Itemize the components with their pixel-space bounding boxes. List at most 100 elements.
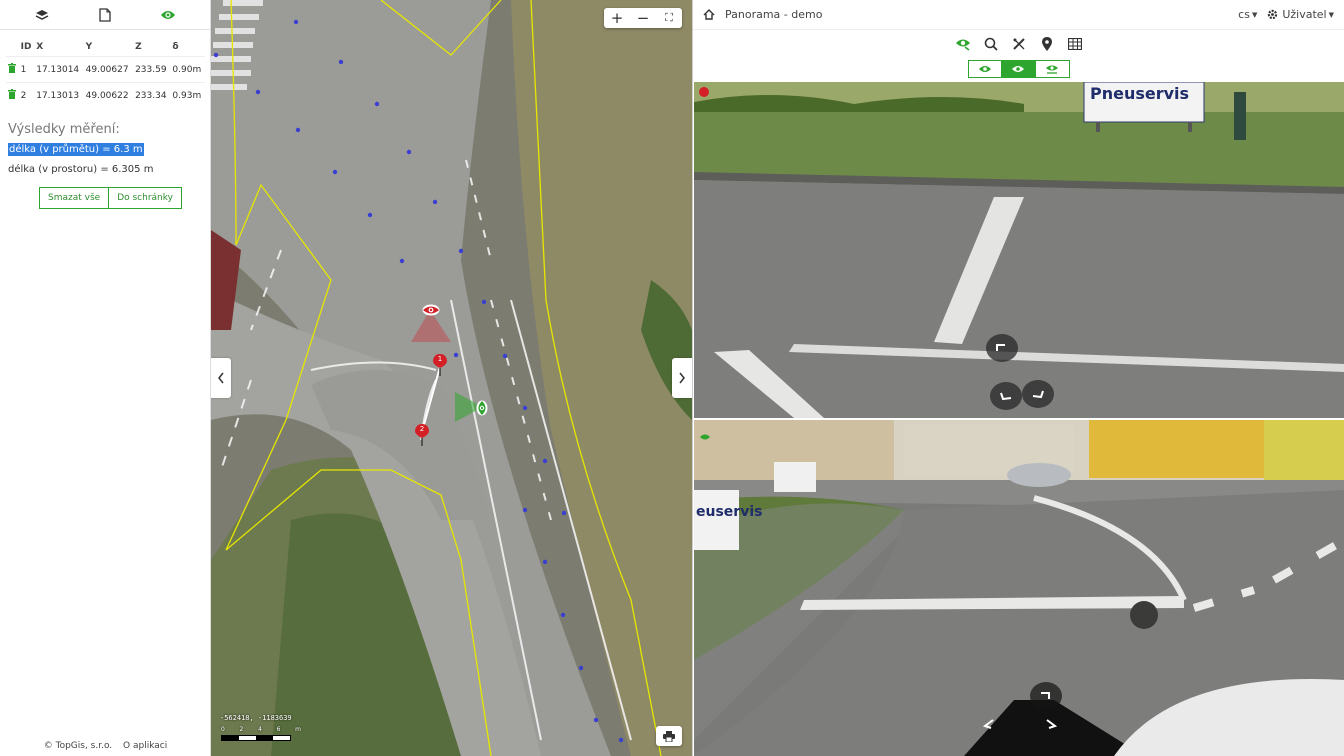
panorama-panel: Panorama - demo cs ▼ Uživatel ▼ Pneuserv… [692, 0, 1344, 756]
point-marker-label: 1 [437, 355, 443, 363]
col-id: ID [20, 42, 32, 52]
map-imagery [211, 0, 692, 756]
row-y: 49.00622 [83, 82, 134, 108]
zoom-in-button[interactable]: + [604, 8, 630, 28]
left-toolbar [0, 0, 210, 30]
scale-label: 2 [239, 726, 244, 733]
mode-other-icon [1046, 65, 1058, 74]
panorama-title: Panorama - demo [725, 8, 823, 21]
gear-icon [1268, 9, 1278, 20]
map-controls: + − ⛶ [604, 8, 682, 28]
panorama-header: Panorama - demo cs ▼ Uživatel ▼ [693, 0, 1344, 30]
col-trash [6, 38, 19, 57]
print-icon [663, 730, 675, 742]
col-delta: δ [172, 42, 179, 52]
scale-label: 0 [221, 726, 225, 733]
row-id: 1 [18, 56, 35, 83]
point-marker-label: 2 [419, 425, 425, 433]
collapse-left-button[interactable] [211, 358, 231, 398]
street-image-bottom [694, 420, 1344, 756]
chevron-left-down-icon [1000, 392, 1012, 401]
mode-single-button[interactable] [967, 60, 1002, 78]
panorama-view-top[interactable]: Pneuservis [694, 82, 1344, 418]
point-marker-2[interactable]: 2 [415, 424, 429, 446]
document-icon[interactable] [90, 3, 120, 27]
measure-icon[interactable] [1010, 35, 1028, 53]
mode-split-button[interactable] [1001, 60, 1036, 78]
scale-label: 4 [258, 726, 262, 733]
view-marker-eye-red[interactable] [422, 301, 440, 316]
result-buttons: Smazat vše Do schránky [39, 187, 210, 209]
nav-forward-button-bottom[interactable] [1030, 682, 1062, 710]
measurement-panel: ID X Y Z δ 1 17.13014 49.00627 233.59 0.… [0, 0, 211, 756]
trash-icon[interactable] [8, 89, 16, 99]
caret-down-icon: ▼ [1328, 10, 1334, 19]
eye-tool-icon[interactable] [954, 35, 972, 53]
view-marker-eye-green[interactable] [476, 400, 488, 416]
copyright: © TopGis, s.r.o. [43, 741, 113, 751]
coordinate-readout: -562418, -1183639 [220, 714, 292, 722]
user-label: Uživatel [1282, 8, 1327, 21]
eye-icon[interactable] [153, 3, 183, 27]
shop-sign-text-bottom: euservis [696, 504, 763, 520]
col-y: Y [85, 42, 93, 52]
footer: © TopGis, s.r.o. O aplikaci [0, 741, 211, 751]
panorama-view-bottom[interactable]: euservis [694, 420, 1344, 756]
row-delta: 0.93m [170, 82, 205, 108]
mode-other-button[interactable] [1035, 60, 1070, 78]
print-button[interactable] [656, 726, 682, 746]
home-icon[interactable] [703, 9, 715, 20]
nav-right-button[interactable] [1022, 380, 1054, 408]
result-space: délka (v prostoru) = 6.305 m [8, 164, 154, 175]
row-x: 17.13013 [34, 82, 84, 108]
chevron-up-icon [996, 344, 1005, 351]
points-table: ID X Y Z δ 1 17.13014 49.00627 233.59 0.… [6, 38, 205, 108]
search-icon[interactable] [982, 35, 1000, 53]
chevron-up-icon [1041, 692, 1050, 699]
result-projection: délka (v průmětu) = 6.3 m [8, 143, 144, 156]
pin-icon[interactable] [1038, 35, 1056, 53]
nav-right-button-bottom[interactable] [1034, 710, 1066, 738]
chevron-right-icon [1046, 719, 1057, 729]
col-x: X [36, 42, 44, 52]
panorama-toolbar [693, 34, 1344, 54]
clear-all-button[interactable]: Smazat vše [39, 187, 110, 209]
shop-sign-text: Pneuservis [1090, 84, 1190, 103]
row-z: 233.34 [133, 82, 171, 108]
table-icon[interactable] [1066, 35, 1084, 53]
row-delta: 0.90m [170, 56, 205, 83]
street-image-top [694, 82, 1344, 418]
chevron-left-icon [983, 719, 994, 729]
scale-label: 6 [276, 726, 281, 733]
table-row: 1 17.13014 49.00627 233.59 0.90m [6, 56, 205, 83]
col-z: Z [135, 42, 142, 52]
scale-bar: 0 2 4 6 m [221, 726, 301, 746]
row-z: 233.59 [133, 56, 171, 83]
point-marker-1[interactable]: 1 [433, 354, 447, 376]
language-value: cs [1238, 8, 1250, 21]
fullscreen-button[interactable]: ⛶ [656, 8, 682, 28]
nav-left-button[interactable] [990, 382, 1022, 410]
nav-forward-button[interactable] [986, 334, 1018, 362]
chevron-right-icon [679, 372, 685, 384]
results-title: Výsledky měření: [8, 122, 120, 137]
scale-label: m [295, 726, 301, 733]
language-dropdown[interactable]: cs ▼ [1238, 8, 1257, 21]
about-link[interactable]: O aplikaci [123, 741, 167, 751]
chevron-right-down-icon [1032, 390, 1044, 399]
nav-left-button-bottom[interactable] [974, 710, 1006, 738]
copy-clipboard-button[interactable]: Do schránky [109, 187, 182, 209]
user-dropdown[interactable]: Uživatel ▼ [1267, 8, 1334, 21]
aerial-map[interactable]: 1 2 + − ⛶ -562418, -1183639 0 2 4 6 m [211, 0, 692, 756]
trash-icon[interactable] [8, 63, 16, 73]
collapse-right-button[interactable] [672, 358, 692, 398]
zoom-out-button[interactable]: − [630, 8, 656, 28]
chevron-left-icon [218, 372, 224, 384]
table-row: 2 17.13013 49.00622 233.34 0.93m [6, 82, 205, 108]
row-y: 49.00627 [83, 56, 134, 83]
mode-single-icon [978, 66, 991, 72]
view-marker-green [700, 426, 710, 440]
caret-down-icon: ▼ [1251, 10, 1258, 19]
layers-icon[interactable] [27, 3, 57, 27]
view-mode-group [693, 60, 1344, 78]
